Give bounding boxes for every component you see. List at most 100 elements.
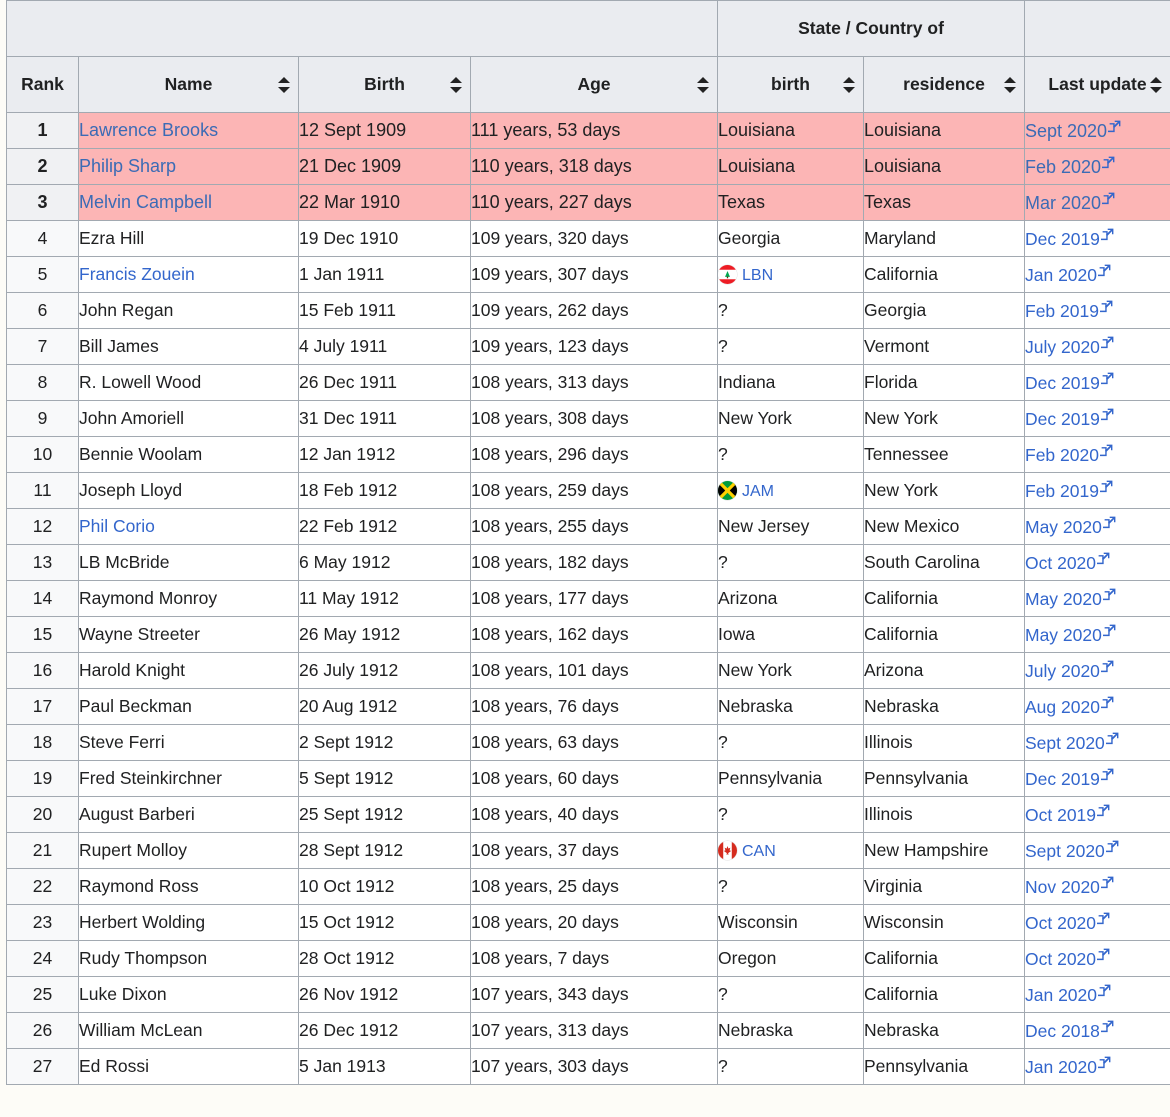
last-update-link[interactable]: Dec 2019	[1026, 229, 1100, 249]
last-update-link[interactable]: Jan 2020	[1026, 985, 1098, 1005]
last-update-link[interactable]: Dec 2019	[1026, 769, 1100, 789]
last-update-link[interactable]: May 2020	[1026, 625, 1102, 645]
cell-birth-date: 15 Oct 1912	[298, 904, 471, 941]
last-update-link[interactable]: Sept 2020	[1026, 121, 1108, 141]
cell-state-of-birth: Pennsylvania	[717, 760, 864, 797]
cell-state-of-residence: Illinois	[863, 724, 1025, 761]
last-update-link[interactable]: Oct 2020	[1026, 949, 1097, 969]
column-header-update[interactable]: Last update	[1024, 56, 1170, 113]
cell-last-update[interactable]: Nov 2020	[1024, 868, 1170, 905]
cell-last-update[interactable]: Dec 2019	[1024, 400, 1170, 437]
cell-last-update[interactable]: July 2020	[1024, 328, 1170, 365]
cell-name[interactable]: Lawrence Brooks	[78, 112, 299, 149]
external-link-icon	[1100, 696, 1114, 709]
last-update-link[interactable]: Dec 2019	[1026, 373, 1100, 393]
sort-arrows-icon[interactable]	[697, 76, 710, 94]
last-update-link[interactable]: Oct 2020	[1026, 553, 1097, 573]
cell-last-update[interactable]: Oct 2020	[1024, 940, 1170, 977]
cell-last-update[interactable]: Sept 2020	[1024, 112, 1170, 149]
cell-last-update[interactable]: Feb 2020	[1024, 436, 1170, 473]
cell-state-of-birth[interactable]: LBN	[717, 256, 864, 293]
sort-arrows-icon[interactable]	[843, 76, 856, 94]
cell-last-update[interactable]: July 2020	[1024, 652, 1170, 689]
last-update-link[interactable]: May 2020	[1026, 517, 1102, 537]
cell-last-update[interactable]: Feb 2019	[1024, 472, 1170, 509]
last-update-link[interactable]: Feb 2019	[1026, 481, 1099, 501]
cell-last-update[interactable]: Feb 2019	[1024, 292, 1170, 329]
cell-last-update[interactable]: Aug 2020	[1024, 688, 1170, 725]
sort-arrows-icon[interactable]	[278, 76, 291, 94]
last-update-link[interactable]: Oct 2020	[1026, 913, 1097, 933]
last-update-link[interactable]: Jan 2020	[1026, 1057, 1098, 1077]
cell-last-update[interactable]: Feb 2020	[1024, 148, 1170, 185]
column-header-sresidence[interactable]: residence	[863, 56, 1025, 113]
cell-birth-date: 26 May 1912	[298, 616, 471, 653]
person-link[interactable]: Philip Sharp	[80, 156, 177, 176]
cell-name[interactable]: Melvin Campbell	[78, 184, 299, 221]
table-row: 6 John Regan 15 Feb 1911 109 years, 262 day…	[6, 292, 1170, 329]
last-update-link[interactable]: Mar 2020	[1026, 193, 1102, 213]
column-header-label: Birth	[364, 74, 405, 94]
cell-state-of-birth[interactable]: JAM	[717, 472, 864, 509]
cell-name: LB McBride	[78, 544, 299, 581]
cell-last-update[interactable]: Oct 2020	[1024, 544, 1170, 581]
last-update-link[interactable]: July 2020	[1026, 337, 1100, 357]
column-header-name[interactable]: Name	[78, 56, 299, 113]
cell-birth-date: 26 July 1912	[298, 652, 471, 689]
cell-name[interactable]: Francis Zouein	[78, 256, 299, 293]
cell-name[interactable]: Phil Corio	[78, 508, 299, 545]
last-update-link[interactable]: Sept 2020	[1026, 733, 1105, 753]
sort-arrows-icon[interactable]	[1150, 76, 1163, 94]
last-update-link[interactable]: Oct 2019	[1026, 805, 1097, 825]
cell-last-update[interactable]: Sept 2020	[1024, 832, 1170, 869]
cell-last-update[interactable]: Sept 2020	[1024, 724, 1170, 761]
cell-last-update[interactable]: Dec 2019	[1024, 760, 1170, 797]
cell-last-update[interactable]: May 2020	[1024, 616, 1170, 653]
cell-name[interactable]: Philip Sharp	[78, 148, 299, 185]
cell-state-of-residence: Louisiana	[863, 112, 1025, 149]
last-update-link[interactable]: Dec 2018	[1026, 1021, 1100, 1041]
cell-last-update[interactable]: Dec 2018	[1024, 1012, 1170, 1049]
person-link[interactable]: Lawrence Brooks	[80, 120, 219, 140]
cell-birth-date: 26 Dec 1911	[298, 364, 471, 401]
cell-last-update[interactable]: Jan 2020	[1024, 976, 1170, 1013]
person-link[interactable]: Francis Zouein	[80, 264, 195, 284]
page-root: State / Country of Rank Name Birth Age birth…	[0, 0, 1170, 1117]
cell-last-update[interactable]: Oct 2019	[1024, 796, 1170, 833]
table-body: 1 Lawrence Brooks 12 Sept 1909 111 years, 5…	[6, 112, 1170, 1085]
cell-last-update[interactable]: Mar 2020	[1024, 184, 1170, 221]
cell-last-update[interactable]: Dec 2019	[1024, 364, 1170, 401]
cell-state-of-residence: Virginia	[863, 868, 1025, 905]
cell-state-of-birth[interactable]: CAN	[717, 832, 864, 869]
cell-last-update[interactable]: May 2020	[1024, 508, 1170, 545]
sort-arrows-icon[interactable]	[1004, 76, 1017, 94]
cell-last-update[interactable]: Oct 2020	[1024, 904, 1170, 941]
cell-state-of-birth: ?	[717, 292, 864, 329]
column-header-sbirth[interactable]: birth	[717, 56, 864, 113]
column-header-birth[interactable]: Birth	[298, 56, 471, 113]
sort-arrows-icon[interactable]	[450, 76, 463, 94]
last-update-link[interactable]: Feb 2020	[1026, 445, 1099, 465]
last-update-link[interactable]: Dec 2019	[1026, 409, 1100, 429]
flag-icon-canada	[718, 841, 737, 860]
last-update-link[interactable]: Feb 2020	[1026, 157, 1102, 177]
cell-age: 108 years, 182 days	[470, 544, 718, 581]
column-header-age[interactable]: Age	[470, 56, 718, 113]
last-update-link[interactable]: Sept 2020	[1026, 841, 1105, 861]
person-link[interactable]: Phil Corio	[80, 516, 155, 536]
person-link[interactable]: Melvin Campbell	[80, 192, 213, 212]
last-update-link[interactable]: May 2020	[1026, 589, 1102, 609]
last-update-link[interactable]: July 2020	[1026, 661, 1100, 681]
last-update-link[interactable]: Feb 2019	[1026, 301, 1099, 321]
cell-last-update[interactable]: Jan 2020	[1024, 1048, 1170, 1085]
last-update-link[interactable]: Aug 2020	[1026, 697, 1100, 717]
cell-last-update[interactable]: Jan 2020	[1024, 256, 1170, 293]
cell-last-update[interactable]: Dec 2019	[1024, 220, 1170, 257]
cell-age: 108 years, 40 days	[470, 796, 718, 833]
cell-birth-date: 20 Aug 1912	[298, 688, 471, 725]
table-header-group-row: State / Country of	[6, 0, 1170, 57]
cell-last-update[interactable]: May 2020	[1024, 580, 1170, 617]
external-link-icon	[1098, 1056, 1111, 1069]
last-update-link[interactable]: Jan 2020	[1026, 265, 1098, 285]
last-update-link[interactable]: Nov 2020	[1026, 877, 1100, 897]
